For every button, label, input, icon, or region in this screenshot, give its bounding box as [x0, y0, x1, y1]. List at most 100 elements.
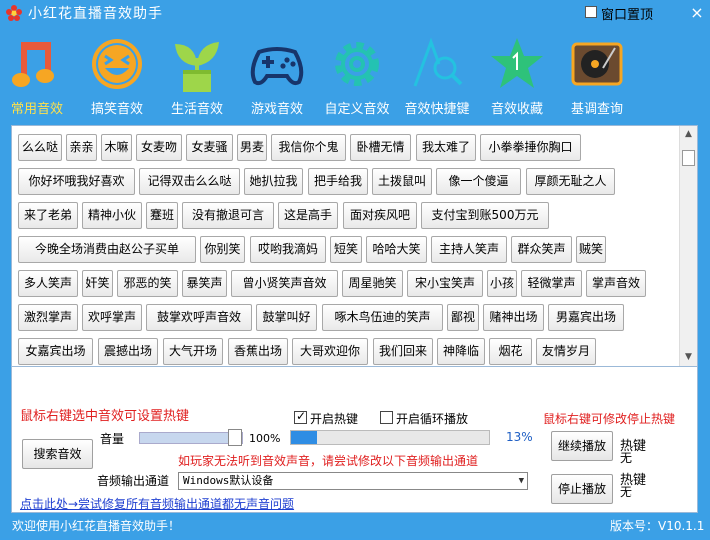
category-key-query[interactable]: 基调查询 — [556, 30, 638, 120]
sound-button[interactable]: 宋小宝笑声 — [407, 270, 483, 297]
sound-button[interactable]: 卧槽无情 — [350, 134, 411, 161]
music-note-icon — [12, 42, 54, 87]
volume-slider-thumb[interactable] — [228, 429, 242, 446]
sound-button[interactable]: 木嘛 — [101, 134, 132, 161]
sound-button[interactable]: 我信你个鬼 — [271, 134, 346, 161]
sound-button[interactable]: 主持人笑声 — [431, 236, 507, 263]
sound-button[interactable]: 赌神出场 — [483, 304, 544, 331]
sound-button[interactable]: 神降临 — [437, 338, 485, 365]
sound-button[interactable]: 友情岁月 — [536, 338, 596, 365]
sound-button[interactable]: 哎哟我滴妈 — [250, 236, 326, 263]
sound-button[interactable]: 男麦 — [237, 134, 267, 161]
gear-icon — [335, 42, 379, 86]
scroll-thumb[interactable] — [682, 150, 695, 166]
sound-button[interactable]: 啄木鸟伍迪的笑声 — [322, 304, 443, 331]
category-hotkey[interactable]: 音效快捷键 — [396, 30, 478, 120]
window-title: 小红花直播音效助手 — [28, 6, 163, 22]
category-favorites[interactable]: 音效收藏 — [476, 30, 558, 120]
scroll-down-icon[interactable]: ▼ — [680, 349, 697, 366]
sound-button[interactable]: 来了老弟 — [18, 202, 78, 229]
turntable-icon — [571, 42, 623, 86]
sound-button[interactable]: 这是高手 — [278, 202, 338, 229]
sound-button[interactable]: 大哥欢迎你 — [292, 338, 368, 365]
category-label: 生活音效 — [170, 102, 223, 117]
title-bar: 小红花直播音效助手 窗口置顶 × — [0, 0, 710, 26]
audio-device-select[interactable]: Windows默认设备 ▼ — [178, 472, 528, 490]
sound-button[interactable]: 邪恶的笑 — [117, 270, 178, 297]
sound-button[interactable]: 厚颜无耻之人 — [526, 168, 615, 195]
plant-pot-icon — [175, 42, 219, 92]
category-common[interactable]: 常用音效 — [0, 30, 78, 120]
sound-button[interactable]: 暴笑声 — [182, 270, 227, 297]
scroll-up-icon[interactable]: ▲ — [680, 126, 697, 143]
sound-button[interactable]: 周星驰笑 — [342, 270, 403, 297]
sound-button[interactable]: 小拳拳捶你胸口 — [480, 134, 581, 161]
category-funny[interactable]: 搞笑音效 — [76, 30, 158, 120]
sound-button[interactable]: 震撼出场 — [98, 338, 158, 365]
sound-button[interactable]: 面对疾风吧 — [343, 202, 417, 229]
enable-hotkey-checkbox[interactable] — [294, 409, 307, 424]
category-custom[interactable]: 自定义音效 — [316, 30, 398, 120]
sound-button[interactable]: 没有撤退可言 — [182, 202, 274, 229]
category-game[interactable]: 游戏音效 — [236, 30, 318, 120]
sound-button[interactable]: 女麦吻 — [136, 134, 182, 161]
pin-window-label[interactable]: 窗口置顶 — [601, 4, 653, 23]
sound-button[interactable]: 记得双击么么哒 — [139, 168, 240, 195]
pin-window-checkbox[interactable] — [585, 6, 597, 18]
sound-button[interactable]: 大气开场 — [163, 338, 223, 365]
fix-audio-link[interactable]: 点击此处→尝试修复所有音频输出通道都无声音问题 — [20, 495, 294, 512]
search-sound-button[interactable]: 搜索音效 — [22, 439, 93, 469]
sound-button[interactable]: 像一个傻逼 — [436, 168, 521, 195]
sound-button[interactable]: 精神小伙 — [82, 202, 142, 229]
sound-button[interactable]: 我太难了 — [416, 134, 476, 161]
sound-button[interactable]: 我们回来 — [373, 338, 433, 365]
sound-button[interactable]: 贼笑 — [576, 236, 606, 263]
category-label: 游戏音效 — [250, 102, 303, 117]
sound-button[interactable]: 掌声音效 — [586, 270, 646, 297]
sound-button[interactable]: 蹇班 — [146, 202, 178, 229]
sound-button[interactable]: 哈哈大笑 — [366, 236, 427, 263]
loop-play-checkbox[interactable] — [380, 411, 393, 424]
sound-button[interactable]: 鄙视 — [447, 304, 479, 331]
sound-button[interactable]: 她扒拉我 — [244, 168, 303, 195]
sound-button[interactable]: 曾小贤笑声音效 — [231, 270, 338, 297]
gamepad-icon — [250, 47, 304, 86]
sound-button[interactable]: 短笑 — [330, 236, 362, 263]
sound-button[interactable]: 亲亲 — [66, 134, 97, 161]
sound-button[interactable]: 轻微掌声 — [521, 270, 582, 297]
sound-button[interactable]: 你别笑 — [200, 236, 245, 263]
sound-button[interactable]: 鼓掌欢呼声音效 — [146, 304, 252, 331]
sound-button[interactable]: 么么哒 — [18, 134, 62, 161]
sound-button[interactable]: 男嘉宾出场 — [548, 304, 624, 331]
welcome-text: 欢迎使用小红花直播音效助手！ — [12, 519, 181, 533]
sound-button[interactable]: 你好坏哦我好喜欢 — [18, 168, 135, 195]
sound-button[interactable]: 支付宝到账500万元 — [421, 202, 549, 229]
sound-button[interactable]: 群众笑声 — [511, 236, 572, 263]
sound-button[interactable]: 多人笑声 — [18, 270, 78, 297]
sound-button[interactable]: 土拨鼠叫 — [372, 168, 432, 195]
sound-button[interactable]: 女嘉宾出场 — [18, 338, 93, 365]
sound-button[interactable]: 香蕉出场 — [228, 338, 288, 365]
loop-play-label[interactable]: 开启循环播放 — [396, 410, 468, 427]
watermark-logo: K下载 — [628, 488, 690, 513]
volume-label: 音量 — [100, 432, 125, 446]
category-label: 搞笑音效 — [90, 102, 143, 117]
sound-button[interactable]: 小孩 — [487, 270, 517, 297]
close-button[interactable]: × — [688, 4, 706, 22]
category-life[interactable]: 生活音效 — [156, 30, 238, 120]
enable-hotkey-label[interactable]: 开启热键 — [310, 410, 358, 427]
sound-button[interactable]: 欢呼掌声 — [82, 304, 142, 331]
sound-button[interactable]: 今晚全场消费由赵公子买单 — [18, 236, 196, 263]
stop-play-button[interactable]: 停止播放 — [551, 474, 613, 504]
progress-value: 13% — [506, 430, 533, 444]
sound-button[interactable]: 女麦骚 — [186, 134, 233, 161]
sound-button[interactable]: 激烈掌声 — [18, 304, 78, 331]
sound-button[interactable]: 奸笑 — [82, 270, 113, 297]
chevron-down-icon[interactable]: ▼ — [519, 473, 524, 489]
sound-button[interactable]: 把手给我 — [308, 168, 368, 195]
continue-play-button[interactable]: 继续播放 — [551, 431, 613, 461]
sound-button[interactable]: 烟花 — [489, 338, 532, 365]
vertical-scrollbar[interactable]: ▲ ▼ — [679, 126, 697, 366]
category-label: 自定义音效 — [324, 102, 390, 117]
sound-button[interactable]: 鼓掌叫好 — [256, 304, 317, 331]
